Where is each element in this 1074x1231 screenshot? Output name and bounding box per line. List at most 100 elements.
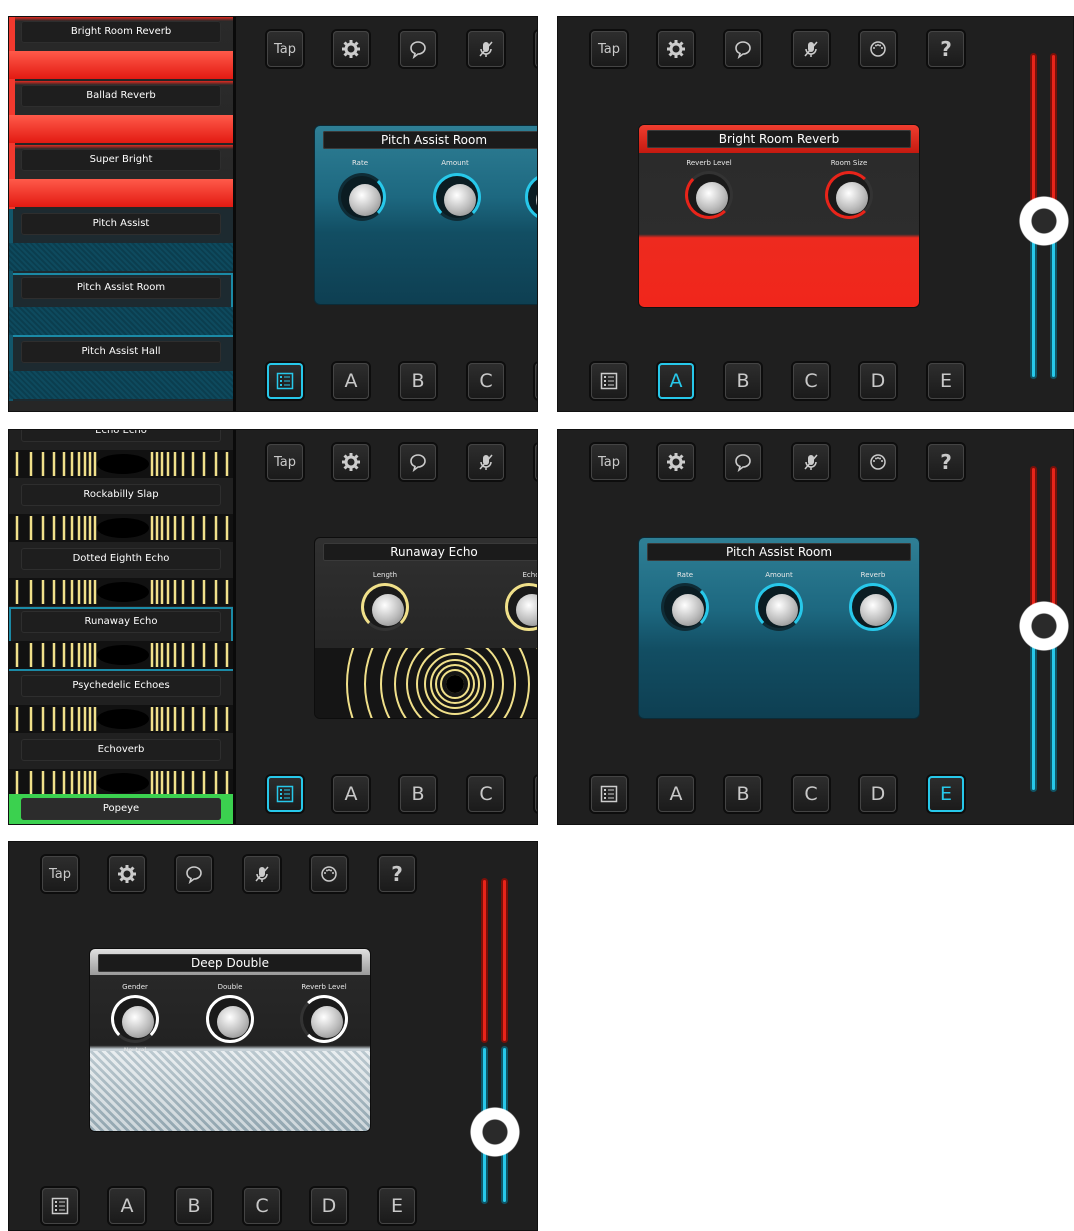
settings-button[interactable] xyxy=(109,856,145,892)
room-size-knob[interactable] xyxy=(825,171,873,219)
slot-a-button[interactable]: A xyxy=(658,776,694,812)
midi-button[interactable] xyxy=(311,856,347,892)
preset-item[interactable]: Echoverb xyxy=(9,735,233,799)
slot-d-button[interactable]: D xyxy=(311,1188,347,1224)
knob-label: Length xyxy=(372,571,398,579)
double-knob[interactable] xyxy=(206,995,254,1043)
preset-label: Dotted Eighth Echo xyxy=(21,548,221,570)
tap-button[interactable]: Tap xyxy=(267,31,303,67)
gender-knob[interactable] xyxy=(111,995,159,1043)
amount-knob[interactable] xyxy=(433,173,481,221)
slot-b-button[interactable]: B xyxy=(400,363,436,399)
slot-d-button[interactable]: D xyxy=(860,776,896,812)
level-slider-handle[interactable] xyxy=(1016,193,1072,249)
settings-button[interactable] xyxy=(658,31,694,67)
slot-a-button[interactable]: A xyxy=(333,776,369,812)
slot-b-button[interactable]: B xyxy=(725,363,761,399)
mic-mute-button[interactable] xyxy=(793,444,829,480)
chat-button[interactable] xyxy=(400,444,436,480)
mic-mute-button[interactable] xyxy=(793,31,829,67)
rate-knob[interactable] xyxy=(661,583,709,631)
preset-list[interactable]: Echo Echo Rockabilly Slap Dotted Eighth … xyxy=(9,430,236,824)
help-button[interactable]: ? xyxy=(379,856,415,892)
gear-icon xyxy=(118,865,136,883)
mic-mute-button[interactable] xyxy=(468,31,504,67)
tap-button[interactable]: Tap xyxy=(591,31,627,67)
slot-d-button[interactable]: D xyxy=(860,363,896,399)
tap-button[interactable]: Tap xyxy=(267,444,303,480)
speech-bubble-icon xyxy=(410,454,426,472)
knob-label: Reverb Level xyxy=(686,159,732,167)
echo-knob[interactable] xyxy=(505,583,537,631)
slot-d-button[interactable] xyxy=(535,363,537,399)
slot-c-button[interactable]: C xyxy=(793,776,829,812)
preset-list-button[interactable] xyxy=(267,363,303,399)
preset-item[interactable]: Echo Echo xyxy=(9,430,233,480)
reverb-level-knob[interactable] xyxy=(300,995,348,1043)
rate-knob[interactable] xyxy=(338,173,386,221)
preset-browser-reverb-panel: Bright Room Reverb Ballad Reverb Super B… xyxy=(8,16,538,412)
slot-b-button[interactable]: B xyxy=(725,776,761,812)
slot-a-button[interactable]: A xyxy=(658,363,694,399)
tap-button[interactable]: Tap xyxy=(591,444,627,480)
chat-button[interactable] xyxy=(725,444,761,480)
preset-list-button[interactable] xyxy=(267,776,303,812)
slot-label: C xyxy=(479,370,493,392)
slot-e-button[interactable]: E xyxy=(379,1188,415,1224)
preset-item[interactable]: Rockabilly Slap xyxy=(9,480,233,544)
preset-list-button[interactable] xyxy=(42,1188,78,1224)
chat-button[interactable] xyxy=(725,31,761,67)
slot-a-button[interactable]: A xyxy=(333,363,369,399)
slot-c-button[interactable]: C xyxy=(468,363,504,399)
knob-label: Reverb xyxy=(860,571,886,579)
help-button[interactable]: ? xyxy=(928,31,964,67)
midi-button[interactable] xyxy=(535,31,537,67)
preset-item[interactable]: Psychedelic Echoes xyxy=(9,671,233,735)
midi-button[interactable] xyxy=(860,444,896,480)
preset-item[interactable] xyxy=(9,401,233,411)
preset-item[interactable]: Dotted Eighth Echo xyxy=(9,544,233,608)
mic-mute-button[interactable] xyxy=(468,444,504,480)
settings-button[interactable] xyxy=(658,444,694,480)
chat-button[interactable] xyxy=(176,856,212,892)
help-button[interactable]: ? xyxy=(928,444,964,480)
preset-item[interactable]: Super Bright xyxy=(9,145,233,209)
settings-button[interactable] xyxy=(333,31,369,67)
slot-c-button[interactable]: C xyxy=(244,1188,280,1224)
preset-list-button[interactable] xyxy=(591,776,627,812)
chat-button[interactable] xyxy=(400,31,436,67)
amount-knob[interactable] xyxy=(755,583,803,631)
slot-a-button[interactable]: A xyxy=(109,1188,145,1224)
slot-c-button[interactable]: C xyxy=(468,776,504,812)
slot-c-button[interactable]: C xyxy=(793,363,829,399)
preset-item-selected[interactable]: Pitch Assist Room xyxy=(9,273,233,337)
preset-item[interactable]: Popeye xyxy=(9,794,233,824)
preset-item-selected[interactable]: Runaway Echo xyxy=(9,607,233,671)
preset-item[interactable]: Ballad Reverb xyxy=(9,81,233,145)
reverb-level-knob[interactable] xyxy=(685,171,733,219)
mic-mute-button[interactable] xyxy=(244,856,280,892)
level-slider-handle[interactable] xyxy=(1016,598,1072,654)
slot-d-button[interactable] xyxy=(535,776,537,812)
preset-item[interactable]: Bright Room Reverb xyxy=(9,17,233,81)
preset-list-button[interactable] xyxy=(591,363,627,399)
slot-label: D xyxy=(870,370,886,392)
preset-list[interactable]: Bright Room Reverb Ballad Reverb Super B… xyxy=(9,17,236,411)
reverb-knob[interactable] xyxy=(525,173,537,221)
tap-button[interactable]: Tap xyxy=(42,856,78,892)
settings-button[interactable] xyxy=(333,444,369,480)
preset-item[interactable]: Pitch Assist Hall xyxy=(9,337,233,401)
preset-item[interactable]: Pitch Assist xyxy=(9,209,233,273)
level-slider-handle[interactable] xyxy=(467,1104,523,1160)
slot-e-button[interactable]: E xyxy=(928,776,964,812)
slot-b-button[interactable]: B xyxy=(176,1188,212,1224)
midi-button[interactable] xyxy=(535,444,537,480)
preset-label: Rockabilly Slap xyxy=(21,484,221,506)
deep-double-editor-panel: Tap ? Deep Double Gender Double Reverb L… xyxy=(8,841,538,1231)
reverb-knob[interactable] xyxy=(849,583,897,631)
slot-b-button[interactable]: B xyxy=(400,776,436,812)
slot-e-button[interactable]: E xyxy=(928,363,964,399)
midi-button[interactable] xyxy=(860,31,896,67)
slot-label: B xyxy=(411,783,425,805)
length-knob[interactable] xyxy=(361,583,409,631)
